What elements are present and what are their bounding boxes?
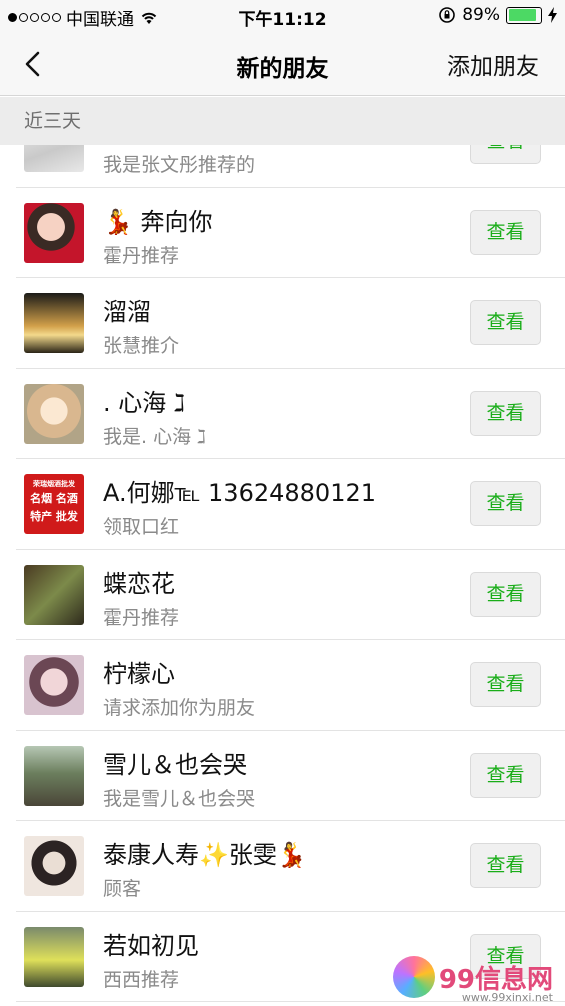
avatar-ad-text: 名烟 名酒	[30, 492, 78, 505]
charging-icon	[548, 7, 557, 23]
friend-request-row[interactable]: 我是张文彤推荐的 查看	[0, 145, 565, 188]
friend-name: 溜溜	[103, 298, 151, 326]
view-button[interactable]: 查看	[470, 390, 541, 436]
view-button[interactable]: 查看	[470, 145, 541, 164]
avatar-ad-text: 特产 批发	[30, 510, 78, 523]
watermark-url: www.99xinxi.net	[461, 991, 553, 1004]
friend-request-message: 我是. 心海 ℷ	[103, 425, 206, 448]
view-button[interactable]: 查看	[470, 300, 541, 345]
status-bar: 中国联通 下午11:12 89%	[0, 0, 565, 32]
friend-request-message: 请求添加你为朋友	[103, 697, 256, 719]
watermark-brand: 99信息网	[438, 964, 553, 995]
friend-request-row[interactable]: . 心海 ℷ 我是. 心海 ℷ 查看	[0, 368, 565, 459]
view-button[interactable]: 查看	[470, 752, 541, 798]
friend-request-message: 顾客	[103, 878, 142, 900]
avatar[interactable]	[24, 836, 84, 896]
avatar-ad-text: 荣瑞烟酒批发	[33, 480, 75, 488]
rotation-lock-icon	[439, 7, 456, 23]
battery-icon	[506, 6, 542, 24]
friend-name: 泰康人寿✨张雯💃	[103, 841, 307, 869]
friend-request-message: 霍丹推荐	[103, 244, 180, 267]
friend-name: 柠檬心	[103, 660, 175, 688]
avatar[interactable]	[24, 745, 84, 806]
friend-name: . 心海 ℷ	[103, 388, 186, 417]
friend-name: A.何娜℡ 13624880121	[103, 479, 376, 507]
friend-request-row[interactable]: 柠檬心请求添加你为朋友 查看	[0, 640, 565, 731]
watermark-logo-icon	[392, 956, 435, 998]
friend-name: 雪儿＆也会哭	[103, 750, 247, 779]
friend-request-row[interactable]: 蝶恋花霍丹推荐 查看	[0, 549, 565, 640]
friend-request-message: 西西推荐	[103, 968, 180, 991]
add-friend-button[interactable]: 添加朋友	[447, 47, 539, 81]
nav-bar: 新的朋友 添加朋友	[0, 32, 565, 96]
friend-request-message: 张慧推介	[103, 335, 180, 357]
friend-request-row[interactable]: 雪儿＆也会哭我是雪儿＆也会哭 查看	[0, 730, 565, 821]
friend-request-row[interactable]: 泰康人寿✨张雯💃 顾客 查看	[0, 821, 565, 912]
friend-request-row[interactable]: 荣瑞烟酒批发名烟 名酒特产 批发 A.何娜℡ 13624880121 领取口红 查看	[0, 459, 565, 550]
friend-request-row[interactable]: 💃 奔向你霍丹推荐 查看	[0, 187, 565, 278]
avatar[interactable]	[24, 202, 84, 263]
avatar[interactable]	[24, 926, 84, 987]
view-button[interactable]: 查看	[470, 209, 541, 255]
view-button[interactable]: 查看	[470, 843, 541, 888]
status-right: 89%	[438, 5, 557, 25]
avatar[interactable]	[24, 293, 84, 353]
section-header-recent: 近三天	[0, 97, 565, 145]
friend-request-row[interactable]: 溜溜张慧推介 查看	[0, 278, 565, 369]
friend-request-message: 领取口红	[103, 516, 180, 538]
friend-request-message: 霍丹推荐	[103, 606, 180, 629]
friend-name: 💃 奔向你	[103, 207, 213, 236]
friend-request-message: 我是张文彤推荐的	[103, 154, 256, 176]
avatar[interactable]	[24, 383, 84, 444]
avatar[interactable]	[24, 145, 84, 172]
friend-name: 若如初见	[103, 931, 199, 960]
view-button[interactable]: 查看	[470, 662, 541, 707]
avatar[interactable]: 荣瑞烟酒批发名烟 名酒特产 批发	[24, 474, 84, 534]
view-button[interactable]: 查看	[470, 571, 541, 617]
friend-request-message: 我是雪儿＆也会哭	[103, 787, 256, 810]
avatar[interactable]	[24, 564, 84, 625]
friend-request-list[interactable]: 我是张文彤推荐的查看💃 奔向你霍丹推荐查看溜溜张慧推介查看. 心海 ℷ我是. 心…	[0, 145, 565, 1006]
battery-percent: 89%	[462, 5, 500, 25]
friend-name: 蝶恋花	[103, 569, 175, 598]
avatar[interactable]	[24, 655, 84, 715]
view-button[interactable]: 查看	[470, 481, 541, 526]
